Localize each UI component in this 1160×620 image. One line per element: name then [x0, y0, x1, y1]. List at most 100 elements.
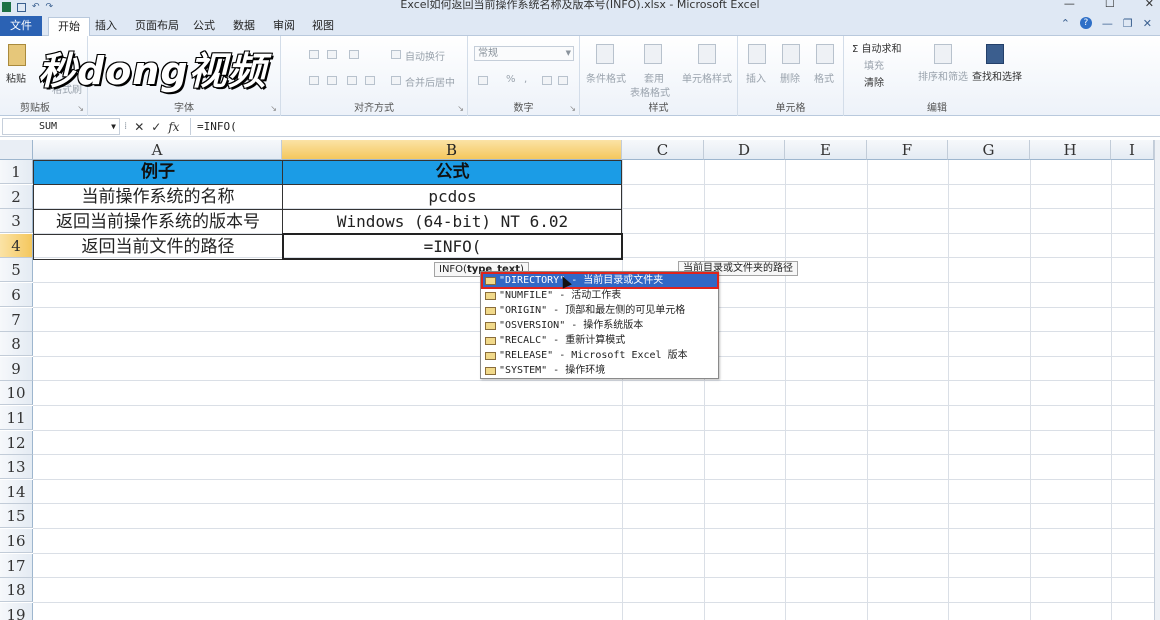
decrease-decimal-icon[interactable] [558, 76, 568, 85]
row-header-12[interactable]: 12 [0, 430, 33, 455]
cancel-icon[interactable]: ✕ [134, 120, 144, 134]
minimize-button[interactable]: — [1064, 0, 1075, 10]
row-header-16[interactable]: 16 [0, 529, 33, 553]
dialog-launcher-icon[interactable]: ↘ [457, 104, 464, 113]
maximize-button[interactable]: ☐ [1105, 0, 1115, 10]
row-header-9[interactable]: 9 [0, 356, 33, 381]
row-header-2[interactable]: 2 [0, 184, 33, 209]
column-header-d[interactable]: D [704, 140, 785, 160]
number-format-dropdown[interactable]: 常规 ▼ [474, 46, 574, 61]
cell-b3[interactable]: Windows (64-bit) NT 6.02 [283, 210, 622, 234]
autocomplete-item-osversion[interactable]: "OSVERSION" - 操作系统版本 [482, 318, 718, 333]
tab-review[interactable]: 审阅 [264, 17, 304, 36]
row-header-14[interactable]: 14 [0, 479, 33, 504]
tab-formulas[interactable]: 公式 [184, 17, 224, 36]
autocomplete-item-system[interactable]: "SYSTEM" - 操作环境 [482, 363, 718, 378]
help-icon[interactable]: ? [1079, 17, 1092, 29]
format-as-table-label[interactable]: 套用 [644, 70, 664, 85]
cell-a4[interactable]: 返回当前文件的路径 [34, 235, 282, 259]
align-top-icon[interactable] [309, 50, 319, 59]
collapse-ribbon-icon[interactable]: ⌃ [1061, 17, 1070, 30]
merge-center-icon[interactable] [391, 76, 401, 85]
row-header-5[interactable]: 5 [0, 258, 33, 283]
format-as-table-label-2[interactable]: 表格格式 [630, 84, 670, 99]
row-header-18[interactable]: 18 [0, 578, 33, 603]
doc-close-icon[interactable]: ✕ [1143, 17, 1152, 30]
row-header-8[interactable]: 8 [0, 332, 33, 357]
format-cells-label[interactable]: 格式 [814, 70, 834, 85]
row-header-19[interactable]: 19 [0, 602, 33, 620]
cell-styles-label[interactable]: 单元格样式 [682, 70, 732, 85]
row-header-10[interactable]: 10 [0, 381, 33, 406]
doc-restore-icon[interactable]: ❐ [1123, 17, 1133, 30]
dialog-launcher-icon[interactable]: ↘ [77, 104, 84, 113]
cell-styles-icon[interactable] [698, 44, 716, 64]
sort-filter-label[interactable]: 排序和筛选 [918, 68, 968, 83]
row-header-3[interactable]: 3 [0, 209, 33, 234]
column-header-f[interactable]: F [867, 140, 948, 160]
tab-page-layout[interactable]: 页面布局 [126, 17, 188, 36]
cell-a1[interactable]: 例子 [34, 160, 282, 184]
cell-a3[interactable]: 返回当前操作系统的版本号 [34, 210, 282, 234]
row-header-13[interactable]: 13 [0, 455, 33, 480]
delete-cells-icon[interactable] [782, 44, 800, 64]
tab-data[interactable]: 数据 [224, 17, 264, 36]
cell-b1[interactable]: 公式 [283, 160, 622, 184]
increase-indent-icon[interactable] [365, 76, 375, 85]
column-header-c[interactable]: C [622, 140, 704, 160]
wrap-text-icon[interactable] [391, 50, 401, 59]
find-select-label[interactable]: 查找和选择 [972, 68, 1022, 83]
align-center-icon[interactable] [327, 76, 337, 85]
vertical-scrollbar[interactable] [1154, 140, 1160, 620]
tab-view[interactable]: 视图 [303, 17, 343, 36]
doc-minimize-icon[interactable]: — [1102, 17, 1113, 30]
wrap-text-label[interactable]: 自动换行 [405, 48, 445, 63]
column-header-i[interactable]: I [1111, 140, 1154, 160]
close-button[interactable]: ✕ [1145, 0, 1154, 10]
insert-cells-label[interactable]: 插入 [746, 70, 766, 85]
increase-decimal-icon[interactable] [542, 76, 552, 85]
cell-b2[interactable]: pcdos [283, 185, 622, 209]
name-box[interactable]: SUM ▼ [2, 118, 120, 135]
row-header-17[interactable]: 17 [0, 553, 33, 578]
insert-cells-icon[interactable] [748, 44, 766, 64]
dialog-launcher-icon[interactable]: ↘ [569, 104, 576, 113]
accounting-format-icon[interactable] [478, 76, 488, 85]
format-cells-icon[interactable] [816, 44, 834, 64]
row-header-11[interactable]: 11 [0, 406, 33, 430]
conditional-formatting-icon[interactable] [596, 44, 614, 64]
column-header-e[interactable]: E [785, 140, 867, 160]
format-as-table-icon[interactable] [644, 44, 662, 64]
fill-button[interactable]: 填充 [864, 57, 884, 72]
merge-center-label[interactable]: 合并后居中 [405, 74, 455, 89]
autocomplete-item-directory[interactable]: "DIRECTORY" - 当前目录或文件夹 [481, 272, 719, 289]
column-header-g[interactable]: G [948, 140, 1030, 160]
chevron-down-icon[interactable]: ▼ [111, 119, 116, 134]
insert-function-icon[interactable]: fx [168, 120, 179, 134]
percent-style-button[interactable]: % [506, 74, 516, 85]
formula-input[interactable]: =INFO( [190, 118, 1156, 135]
autocomplete-item-numfile[interactable]: "NUMFILE" - 活动工作表 [482, 288, 718, 303]
select-all-corner[interactable] [0, 140, 33, 160]
tab-home[interactable]: 开始 [48, 17, 90, 36]
row-header-15[interactable]: 15 [0, 504, 33, 529]
orientation-icon[interactable] [349, 50, 359, 59]
column-header-h[interactable]: H [1030, 140, 1111, 160]
enter-icon[interactable]: ✓ [151, 120, 161, 134]
row-header-7[interactable]: 7 [0, 307, 33, 332]
sort-filter-icon[interactable] [934, 44, 952, 64]
tab-file[interactable]: 文件 [0, 16, 42, 36]
column-header-a[interactable]: A [33, 140, 282, 160]
cell-a2[interactable]: 当前操作系统的名称 [34, 185, 282, 209]
align-left-icon[interactable] [309, 76, 319, 85]
row-header-4[interactable]: 4 [0, 233, 33, 258]
autocomplete-item-release[interactable]: "RELEASE" - Microsoft Excel 版本 [482, 348, 718, 363]
paste-icon[interactable] [8, 44, 26, 66]
decrease-indent-icon[interactable] [347, 76, 357, 85]
column-header-b[interactable]: B [282, 140, 622, 160]
autocomplete-item-recalc[interactable]: "RECALC" - 重新计算模式 [482, 333, 718, 348]
row-header-1[interactable]: 1 [0, 160, 33, 184]
dialog-launcher-icon[interactable]: ↘ [270, 104, 277, 113]
row-header-6[interactable]: 6 [0, 283, 33, 307]
comma-style-button[interactable]: , [524, 74, 527, 85]
